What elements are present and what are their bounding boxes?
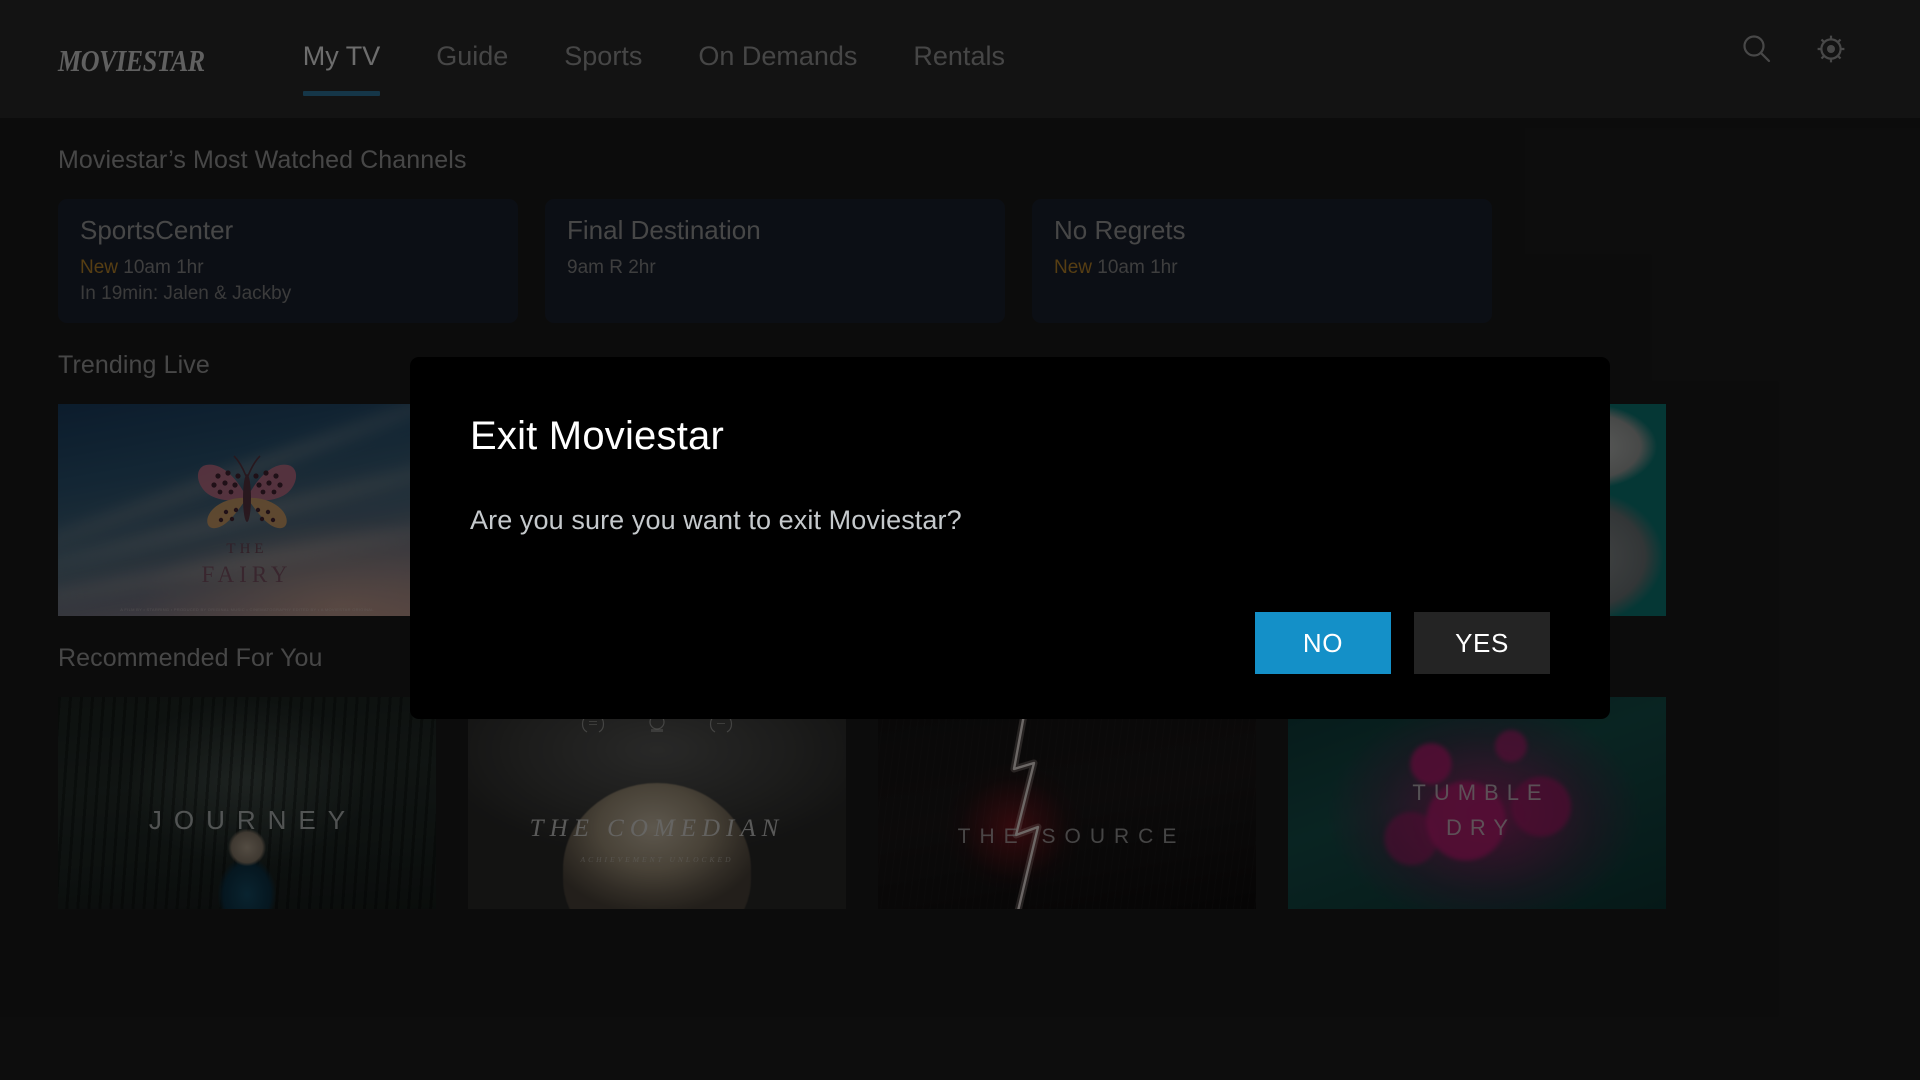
dialog-actions: NO YES xyxy=(470,612,1550,674)
app-root: MOVIESTAR My TV Guide Sports On Demands … xyxy=(0,0,1920,1080)
modal-backdrop: Exit Moviestar Are you sure you want to … xyxy=(0,0,1920,1080)
dialog-title: Exit Moviestar xyxy=(470,414,724,458)
no-button[interactable]: NO xyxy=(1255,612,1391,674)
yes-button[interactable]: YES xyxy=(1414,612,1550,674)
exit-confirmation-dialog: Exit Moviestar Are you sure you want to … xyxy=(410,357,1610,719)
dialog-message: Are you sure you want to exit Moviestar? xyxy=(470,505,962,535)
